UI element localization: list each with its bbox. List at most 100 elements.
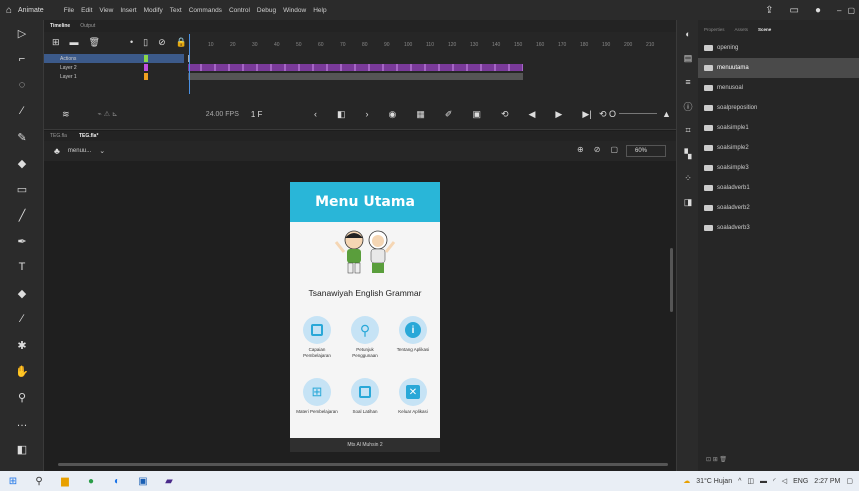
clock[interactable]: 2:27 PM <box>814 478 840 485</box>
hand-tool-icon[interactable]: ✋ <box>0 358 44 384</box>
more-tools-icon[interactable]: … <box>0 410 44 436</box>
menu-view[interactable]: View <box>99 7 113 14</box>
clip-icon[interactable]: ⊘ <box>594 145 601 154</box>
tab-doc-2[interactable]: TEG.fla* <box>79 133 98 139</box>
circle-icon[interactable]: ● <box>815 5 821 16</box>
windows-start-icon[interactable]: ⊞ <box>0 471 26 491</box>
wifi-icon[interactable]: ◜ <box>773 477 776 485</box>
menu-modify[interactable]: Modify <box>144 7 163 14</box>
layer-actions[interactable]: Actions <box>44 54 184 63</box>
scene-item[interactable]: soaladverb3 <box>698 218 859 238</box>
edit-multiple-icon[interactable]: ▦ <box>416 109 425 120</box>
rectangle-tool-icon[interactable]: ▭ <box>0 176 44 202</box>
home-icon[interactable]: ⌂ <box>0 5 18 16</box>
rewind-icon[interactable]: ⟲ O <box>599 109 616 120</box>
subselect-tool-icon[interactable]: ⌐ <box>0 46 44 72</box>
frame-icon[interactable]: ▣ <box>472 109 481 120</box>
file-explorer-icon[interactable]: ▆ <box>52 471 78 491</box>
capaian-button[interactable]: Capaian Pembelajaran <box>296 316 338 358</box>
step-forward-icon[interactable]: ▶| <box>582 109 591 120</box>
layer-1[interactable]: Layer 1 <box>44 72 184 81</box>
vertical-scrollbar[interactable] <box>670 248 673 312</box>
menu-control[interactable]: Control <box>229 7 250 14</box>
scene-item[interactable]: opening <box>698 38 859 58</box>
scene-item[interactable]: soalsimple3 <box>698 158 859 178</box>
center-stage-icon[interactable]: ⊕ <box>577 145 584 154</box>
network-icon[interactable]: ◫ <box>747 477 754 485</box>
play-icon[interactable]: ▶ <box>555 109 562 120</box>
menu-edit[interactable]: Edit <box>81 7 92 14</box>
add-scene-icon[interactable]: ⊞ <box>713 457 718 463</box>
line-tool-icon[interactable]: ╱ <box>0 202 44 228</box>
onion-icon[interactable]: ◉ <box>389 109 397 120</box>
camera-icon[interactable]: ⌁ ⚠ ⊾ <box>98 110 118 118</box>
tab-assets[interactable]: Assets <box>735 27 749 32</box>
horizontal-scrollbar[interactable] <box>58 463 668 466</box>
weather-text[interactable]: 31°C Hujan <box>696 478 732 485</box>
mountain-icon[interactable]: ▲ <box>662 109 671 119</box>
petunjuk-button[interactable]: ⚲ Petunjuk Penggunaan <box>344 316 386 358</box>
minimize-icon[interactable]: – <box>837 6 841 15</box>
frame-ruler[interactable]: 10 20 30 40 50 60 70 80 90 100 110 120 1… <box>188 34 678 50</box>
lasso-tool-icon[interactable]: ◌ <box>0 72 44 98</box>
components-icon[interactable]: ◨ <box>677 192 699 212</box>
scene-item[interactable]: soaladverb2 <box>698 198 859 218</box>
scene-item[interactable]: soalpreposition <box>698 98 859 118</box>
tab-timeline[interactable]: Timeline <box>50 23 70 29</box>
stage-canvas[interactable]: Menu Utama Tsanawiyah English Grammar Ca… <box>290 182 440 452</box>
layer-2[interactable]: Layer 2 <box>44 63 184 72</box>
brush-icon[interactable]: ✐ <box>445 109 453 120</box>
fit-icon[interactable]: ▢ <box>610 145 618 154</box>
menu-debug[interactable]: Debug <box>257 7 276 14</box>
keluar-button[interactable]: ✕ Keluar Aplikasi <box>392 378 434 415</box>
text-tool-icon[interactable]: T <box>0 254 44 280</box>
fill-color-icon[interactable]: ◧ <box>0 436 44 462</box>
delete-scene-icon[interactable]: 🗑 <box>719 457 727 463</box>
pen-tool-icon[interactable]: ✒ <box>0 228 44 254</box>
animate-taskbar-icon[interactable]: ▰ <box>156 471 182 491</box>
next-keyframe-icon[interactable]: › <box>366 109 369 120</box>
soal-button[interactable]: Soal Latihan <box>344 378 386 415</box>
tab-output[interactable]: Output <box>80 23 95 29</box>
pencil-tool-icon[interactable]: ✎ <box>0 124 44 150</box>
scene-item[interactable]: menusoal <box>698 78 859 98</box>
menu-insert[interactable]: Insert <box>120 7 136 14</box>
lock-icon[interactable]: 🔒 <box>176 37 187 48</box>
step-back-icon[interactable]: ◀ <box>529 109 536 120</box>
tentang-button[interactable]: i Tentang Aplikasi <box>392 316 434 353</box>
brush-tool-icon[interactable]: ∕ <box>0 98 44 124</box>
delete-icon[interactable]: 🗑 <box>89 37 100 48</box>
bone-tool-icon[interactable]: ✱ <box>0 332 44 358</box>
color-icon[interactable]: ▚ <box>677 144 699 164</box>
outline-icon[interactable]: ▯ <box>143 37 148 48</box>
swatches-icon[interactable]: ⁘ <box>677 168 699 188</box>
prev-keyframe-icon[interactable]: ‹ <box>314 109 317 120</box>
scene-item[interactable]: soalsimple2 <box>698 138 859 158</box>
chevron-up-icon[interactable]: ^ <box>738 478 741 485</box>
search-icon[interactable]: ⚲ <box>26 471 52 491</box>
scene-item[interactable]: menuutama <box>698 58 859 78</box>
scene-item[interactable]: soaladverb1 <box>698 178 859 198</box>
tab-properties[interactable]: Properties <box>704 27 725 32</box>
onion-skin-icon[interactable]: ≋ <box>62 109 70 120</box>
notification-icon[interactable]: ▢ <box>846 477 853 485</box>
edge-icon[interactable]: ◐ <box>104 471 130 491</box>
highlight-icon[interactable]: • <box>130 37 133 47</box>
insert-keyframe-icon[interactable]: ◧ <box>337 109 346 120</box>
folder-icon[interactable]: ▬ <box>70 37 79 47</box>
menu-window[interactable]: Window <box>283 7 306 14</box>
menu-file[interactable]: File <box>64 7 74 14</box>
scene-item[interactable]: soalsimple1 <box>698 118 859 138</box>
loop-icon[interactable]: ⟲ <box>501 109 509 120</box>
share-icon[interactable]: ⇪ <box>765 5 773 16</box>
fps-readout[interactable]: 24.00 FPS <box>206 111 239 118</box>
workspace-icon[interactable]: ▭ <box>789 5 798 16</box>
materi-button[interactable]: ⊞ Materi Pembelajaran <box>296 378 338 415</box>
chevron-down-icon[interactable]: ⌄ <box>99 147 105 155</box>
menu-help[interactable]: Help <box>313 7 326 14</box>
tab-scene[interactable]: Scene <box>758 27 771 32</box>
frame-grid[interactable] <box>188 54 678 81</box>
align-icon[interactable]: ≡ <box>677 72 699 92</box>
new-layer-icon[interactable]: ⊞ <box>52 37 60 48</box>
zoom-slider[interactable] <box>619 113 657 114</box>
